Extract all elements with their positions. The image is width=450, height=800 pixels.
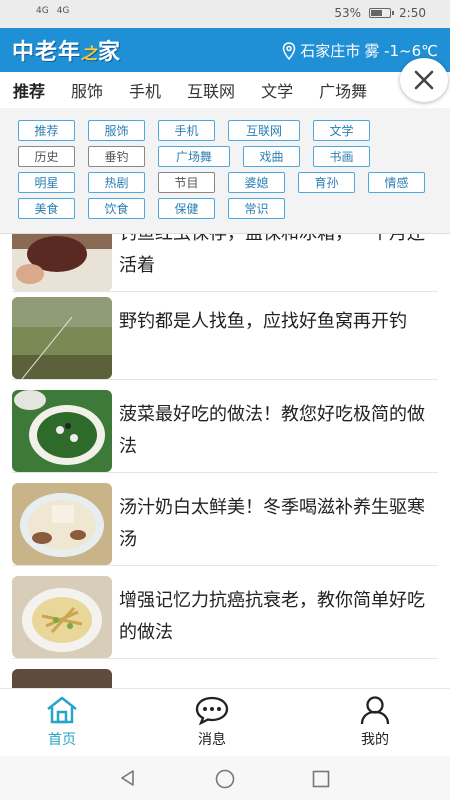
tab-recommend[interactable]: 推荐	[0, 78, 58, 102]
list-item[interactable]	[12, 664, 438, 688]
article-thumbnail	[12, 576, 112, 658]
home-circle-icon[interactable]	[214, 768, 236, 790]
list-item[interactable]: 汤汁奶白太鲜美！冬季喝滋补养生驱寒汤	[12, 478, 438, 566]
tag-item[interactable]: 节目	[158, 172, 215, 193]
location-pin-icon	[283, 41, 296, 60]
status-bar: 4G 4G 53% 2:50	[0, 0, 450, 28]
location-weather[interactable]: 石家庄市 雾 -1~6℃	[282, 40, 438, 61]
list-item[interactable]: 野钓都是人找鱼，应找好鱼窝再开钓	[12, 292, 438, 380]
home-icon	[47, 696, 77, 724]
tab-literature[interactable]: 文学	[248, 78, 306, 102]
recents-icon[interactable]	[311, 769, 331, 789]
tag-item[interactable]: 垂钓	[88, 146, 145, 167]
tab-internet[interactable]: 互联网	[174, 78, 248, 102]
nav-home[interactable]: 首页	[22, 695, 102, 749]
tag-item[interactable]: 互联网	[228, 120, 300, 141]
battery-icon	[369, 8, 395, 18]
article-thumbnail	[12, 234, 112, 291]
tag-item[interactable]: 手机	[158, 120, 215, 141]
signal-icon: 4G	[56, 6, 70, 16]
tag-item[interactable]: 书画	[313, 146, 370, 167]
tag-item[interactable]: 情感	[368, 172, 425, 193]
article-title: 钓鱼红虫保存，盐保和冰箱，一个月还活着	[119, 234, 425, 276]
article-title: 野钓都是人找鱼，应找好鱼窝再开钓	[119, 311, 407, 332]
nav-mine[interactable]: 我的	[335, 695, 415, 749]
nav-messages-label: 消息	[198, 732, 226, 748]
nav-messages[interactable]: 消息	[172, 695, 252, 749]
clock: 2:50	[399, 6, 426, 20]
article-title: 汤汁奶白太鲜美！冬季喝滋补养生驱寒汤	[119, 497, 425, 550]
tag-item[interactable]: 广场舞	[158, 146, 230, 167]
chat-bubble-icon	[195, 696, 229, 725]
article-title: 菠菜最好吃的做法！教您好吃极简的做法	[119, 404, 425, 457]
close-panel-button[interactable]	[400, 58, 448, 102]
tag-item[interactable]: 热剧	[88, 172, 145, 193]
city-name: 石家庄市	[300, 42, 361, 60]
list-item[interactable]: 增强记忆力抗癌抗衰老，教你简单好吃的做法	[12, 571, 438, 659]
article-thumbnail	[12, 483, 112, 565]
signal-icon: 4G	[36, 6, 49, 16]
signal-indicators: 4G 4G	[36, 6, 69, 16]
category-tabs: 推荐 服饰 手机 互联网 文学 广场舞	[0, 72, 450, 108]
tag-item[interactable]: 保健	[158, 198, 215, 219]
category-tag-panel: 推荐 服饰 手机 互联网 文学 历史 垂钓 广场舞 戏曲 书画 明星 热剧 节目…	[0, 108, 450, 234]
article-title: 增强记忆力抗癌抗衰老，教你简单好吃的做法	[119, 590, 425, 643]
tab-phone[interactable]: 手机	[116, 78, 174, 102]
bottom-nav: 首页 消息 我的	[0, 688, 450, 756]
tag-item[interactable]: 明星	[18, 172, 75, 193]
tag-item[interactable]: 育孙	[298, 172, 355, 193]
app-header: 中老年之家 石家庄市 雾 -1~6℃	[0, 28, 450, 72]
tag-item[interactable]: 历史	[18, 146, 75, 167]
article-thumbnail	[12, 390, 112, 472]
app-logo: 中老年之家	[12, 40, 122, 65]
tag-item[interactable]: 婆媳	[228, 172, 285, 193]
nav-home-label: 首页	[48, 732, 76, 748]
article-thumbnail	[12, 297, 112, 379]
tag-item[interactable]: 美食	[18, 198, 75, 219]
system-nav-bar	[0, 756, 450, 800]
tab-square-dance[interactable]: 广场舞	[306, 78, 380, 102]
battery-percent: 53%	[334, 6, 362, 20]
tag-item[interactable]: 戏曲	[243, 146, 300, 167]
tag-item[interactable]: 饮食	[88, 198, 145, 219]
article-thumbnail	[12, 669, 112, 688]
person-icon	[360, 696, 390, 725]
list-item[interactable]: 菠菜最好吃的做法！教您好吃极简的做法	[12, 385, 438, 473]
list-item[interactable]: 钓鱼红虫保存，盐保和冰箱，一个月还活着	[12, 234, 438, 292]
tag-item[interactable]: 文学	[313, 120, 370, 141]
back-icon[interactable]	[118, 768, 138, 788]
article-list: 钓鱼红虫保存，盐保和冰箱，一个月还活着 野钓都是人找鱼，应找好鱼窝再开钓	[0, 234, 450, 688]
tag-item[interactable]: 常识	[228, 198, 285, 219]
tag-item[interactable]: 推荐	[18, 120, 75, 141]
tag-item[interactable]: 服饰	[88, 120, 145, 141]
close-icon	[414, 70, 434, 90]
nav-mine-label: 我的	[361, 732, 389, 748]
tab-fashion[interactable]: 服饰	[58, 78, 116, 102]
